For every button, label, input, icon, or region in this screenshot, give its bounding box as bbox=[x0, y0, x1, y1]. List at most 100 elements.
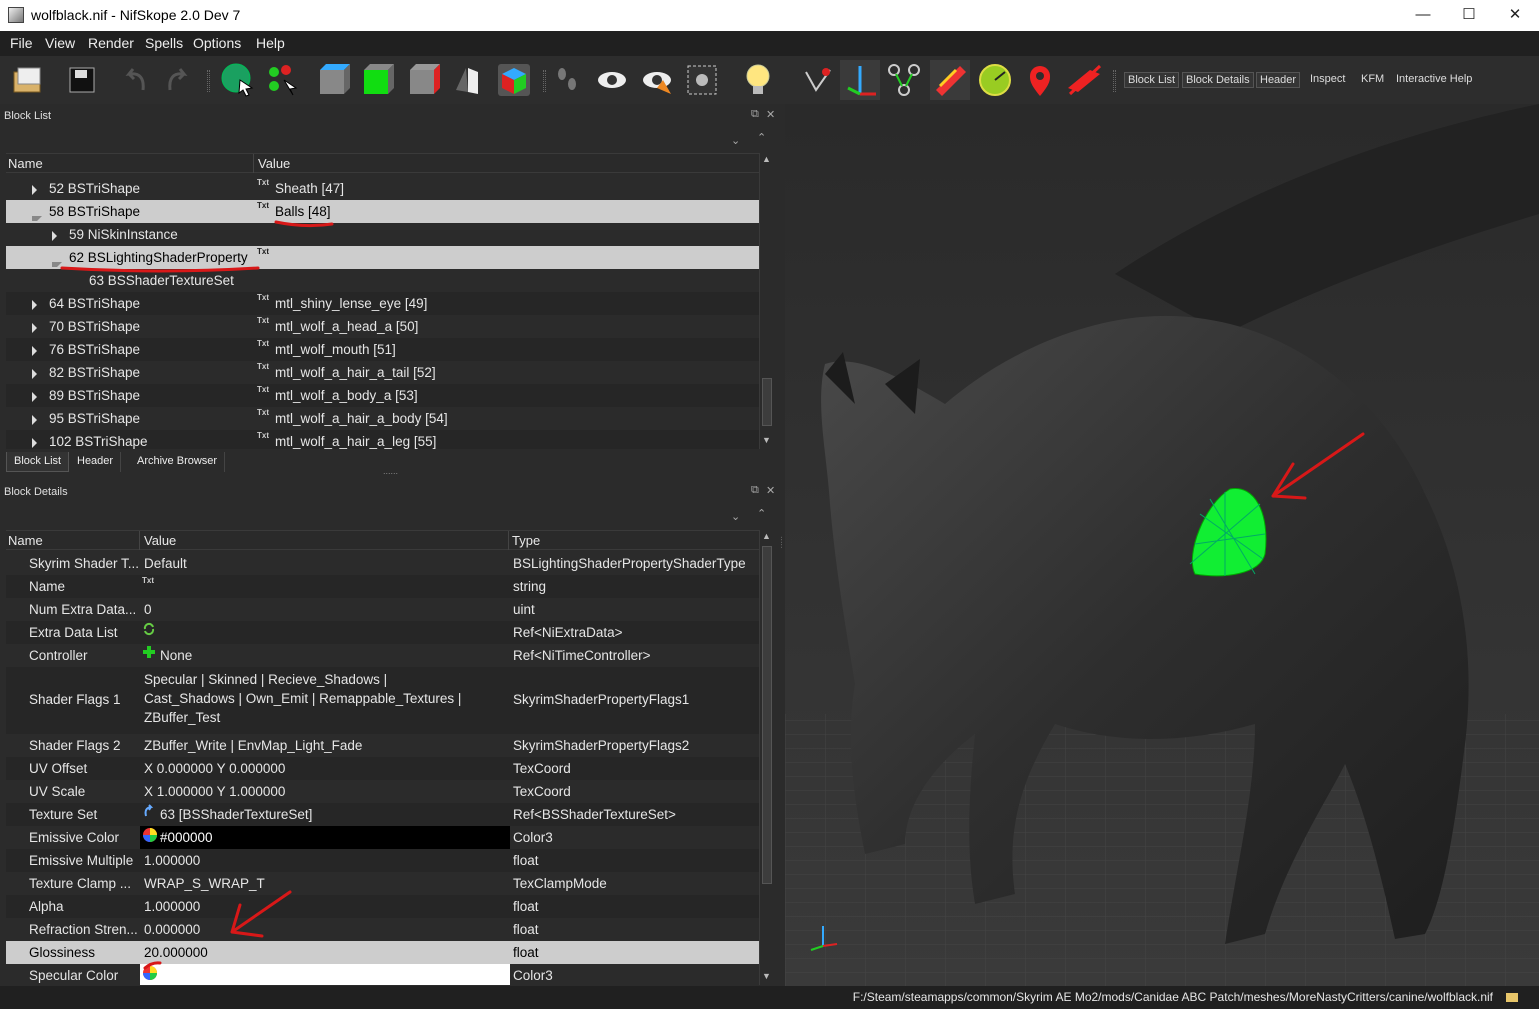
menu-file[interactable]: File bbox=[10, 35, 33, 51]
block-list-row[interactable]: 70 BSTriShape Txt mtl_wolf_a_head_a [50] bbox=[6, 315, 760, 338]
detail-row[interactable]: Controller None Ref<NiTimeController> bbox=[6, 644, 760, 667]
collapse-arrow-icon[interactable] bbox=[32, 209, 42, 224]
redo-icon[interactable] bbox=[158, 60, 198, 100]
view-top-icon[interactable] bbox=[358, 60, 398, 100]
detail-row[interactable]: Name Txt string bbox=[6, 575, 760, 598]
expand-arrow-icon[interactable] bbox=[32, 413, 37, 428]
splitter-handle[interactable]: ...... bbox=[383, 466, 398, 476]
detail-row[interactable]: Texture Set 63 [BSShaderTextureSet] Ref<BS… bbox=[6, 803, 760, 826]
expand-arrow-icon[interactable] bbox=[32, 436, 37, 449]
toolbar-block-list-button[interactable]: Block List bbox=[1124, 72, 1180, 88]
move-icon[interactable] bbox=[840, 60, 880, 100]
detail-row[interactable]: Emissive Multiple 1.000000 float bbox=[6, 849, 760, 872]
block-list-row[interactable]: 89 BSTriShape Txt mtl_wolf_a_body_a [53] bbox=[6, 384, 760, 407]
scroll-down-icon[interactable]: ▼ bbox=[762, 435, 771, 445]
detail-row[interactable]: UV Scale X 1.000000 Y 1.000000 TexCoord bbox=[6, 780, 760, 803]
field-value: 63 [BSShaderTextureSet] bbox=[160, 807, 313, 822]
detail-row[interactable]: Shader Flags 1 Specular | Skinned | Recie… bbox=[6, 667, 760, 734]
view-walk-icon[interactable] bbox=[448, 60, 488, 100]
menu-help[interactable]: Help bbox=[256, 35, 285, 51]
block-list-row[interactable]: 76 BSTriShape Txt mtl_wolf_mouth [51] bbox=[6, 338, 760, 361]
field-type: TexCoord bbox=[513, 784, 571, 799]
bones-icon[interactable] bbox=[884, 60, 924, 100]
view-front-icon[interactable] bbox=[314, 60, 354, 100]
menu-view[interactable]: View bbox=[45, 35, 75, 51]
scroll-up-icon[interactable]: ▲ bbox=[762, 531, 771, 541]
folder-icon[interactable] bbox=[1505, 990, 1519, 1004]
tab-archive-browser[interactable]: Archive Browser bbox=[130, 452, 226, 472]
view-side-icon[interactable] bbox=[404, 60, 444, 100]
block-list-row[interactable]: 59 NiSkinInstance bbox=[6, 223, 760, 246]
block-list-row[interactable]: 63 BSShaderTextureSet bbox=[6, 269, 760, 292]
detail-row[interactable]: Glossiness 20.000000 float bbox=[6, 941, 760, 964]
undo-icon[interactable] bbox=[115, 60, 155, 100]
detail-row[interactable]: Specular Color Color3 bbox=[6, 964, 760, 985]
detail-row[interactable]: Num Extra Data... 0 uint bbox=[6, 598, 760, 621]
scroll-up-icon[interactable]: ▲ bbox=[762, 154, 771, 164]
open-icon[interactable] bbox=[8, 60, 48, 100]
detail-row[interactable]: Shader Flags 2 ZBuffer_Write | EnvMap_Lig… bbox=[6, 734, 760, 757]
block-list-row[interactable]: 64 BSTriShape Txt mtl_shiny_lense_eye [49] bbox=[6, 292, 760, 315]
toolbar-inspect-button[interactable]: Inspect bbox=[1307, 72, 1348, 86]
detail-row[interactable]: UV Offset X 0.000000 Y 0.000000 TexCoord bbox=[6, 757, 760, 780]
render-viewport[interactable] bbox=[785, 104, 1539, 986]
expand-arrow-icon[interactable] bbox=[32, 298, 37, 313]
view-perspective-icon[interactable] bbox=[494, 60, 534, 100]
detail-row[interactable]: Skyrim Shader T... Default BSLightingShade… bbox=[6, 552, 760, 575]
vertex-colors-icon[interactable] bbox=[975, 60, 1015, 100]
select-vertex-icon[interactable] bbox=[264, 60, 304, 100]
detail-row[interactable]: Alpha 1.000000 float bbox=[6, 895, 760, 918]
detail-row[interactable]: Emissive Color #000000 Color3 bbox=[6, 826, 760, 849]
block-list-row[interactable]: 82 BSTriShape Txt mtl_wolf_a_hair_a_tail [… bbox=[6, 361, 760, 384]
scroll-down-icon[interactable]: ▼ bbox=[762, 971, 771, 981]
block-list-scrollbar[interactable]: ▲ ▼ bbox=[759, 153, 774, 449]
block-list-row[interactable]: 52 BSTriShape Txt Sheath [47] bbox=[6, 177, 760, 200]
expand-arrow-icon[interactable] bbox=[32, 321, 37, 336]
block-list-row[interactable]: 62 BSLightingShaderProperty Txt bbox=[6, 246, 760, 269]
detail-row[interactable]: Extra Data List Ref<NiExtraData> bbox=[6, 621, 760, 644]
menu-render[interactable]: Render bbox=[88, 35, 134, 51]
hide-nodes-icon[interactable] bbox=[548, 60, 588, 100]
menu-spells[interactable]: Spells bbox=[145, 35, 183, 51]
expand-arrow-icon[interactable] bbox=[32, 367, 37, 382]
block-details-scrollbar[interactable]: ▲ ▼ bbox=[759, 530, 774, 985]
tab-header[interactable]: Header bbox=[70, 452, 122, 472]
shape-icon[interactable] bbox=[637, 60, 677, 100]
detail-row[interactable]: Refraction Stren... 0.000000 float bbox=[6, 918, 760, 941]
minimize-button[interactable]: — bbox=[1408, 4, 1438, 26]
expand-arrow-icon[interactable] bbox=[32, 344, 37, 359]
marker-icon[interactable] bbox=[1020, 60, 1060, 100]
scrollbar-thumb[interactable] bbox=[762, 546, 772, 884]
expand-arrow-icon[interactable] bbox=[32, 183, 37, 198]
block-list-row[interactable]: 58 BSTriShape Txt Balls [48] bbox=[6, 200, 760, 223]
toolbar-block-details-button[interactable]: Block Details bbox=[1182, 72, 1254, 88]
toolbar-kfm-button[interactable]: KFM bbox=[1358, 72, 1387, 86]
select-object-icon[interactable] bbox=[218, 60, 258, 100]
dock-close-icon[interactable]: ✕ bbox=[766, 484, 775, 497]
toolbar-interactive-help-button[interactable]: Interactive Help bbox=[1393, 72, 1475, 86]
axis-icon[interactable] bbox=[796, 60, 836, 100]
screenshot-icon[interactable] bbox=[682, 60, 722, 100]
field-value: 20.000000 bbox=[144, 945, 208, 960]
scrollbar-thumb[interactable] bbox=[762, 378, 772, 426]
show-hidden-icon[interactable] bbox=[592, 60, 632, 100]
color-swatch[interactable] bbox=[140, 964, 510, 985]
detail-row[interactable]: Texture Clamp ... WRAP_S_WRAP_T TexClampMo… bbox=[6, 872, 760, 895]
menu-options[interactable]: Options bbox=[193, 35, 241, 51]
block-list-row[interactable]: 95 BSTriShape Txt mtl_wolf_a_hair_a_body [… bbox=[6, 407, 760, 430]
lighting-icon[interactable] bbox=[738, 60, 778, 100]
field-name: Glossiness bbox=[29, 945, 96, 960]
maximize-button[interactable]: ☐ bbox=[1454, 4, 1484, 26]
toolbar-header-button[interactable]: Header bbox=[1256, 72, 1301, 88]
expand-arrow-icon[interactable] bbox=[32, 390, 37, 405]
close-button[interactable]: ✕ bbox=[1500, 4, 1530, 26]
save-icon[interactable] bbox=[62, 60, 102, 100]
text-type-icon: Txt bbox=[257, 385, 269, 394]
block-list-row[interactable]: 102 BSTriShape Txt mtl_wolf_a_hair_a_leg [… bbox=[6, 430, 760, 449]
tab-block-list[interactable]: Block List bbox=[6, 452, 70, 472]
dock-close-icon[interactable]: ✕ bbox=[766, 108, 775, 121]
collapse-arrow-icon[interactable] bbox=[52, 255, 62, 270]
textures-icon[interactable] bbox=[930, 60, 970, 100]
hide-shapes-icon[interactable] bbox=[1064, 60, 1104, 100]
expand-arrow-icon[interactable] bbox=[52, 229, 57, 244]
